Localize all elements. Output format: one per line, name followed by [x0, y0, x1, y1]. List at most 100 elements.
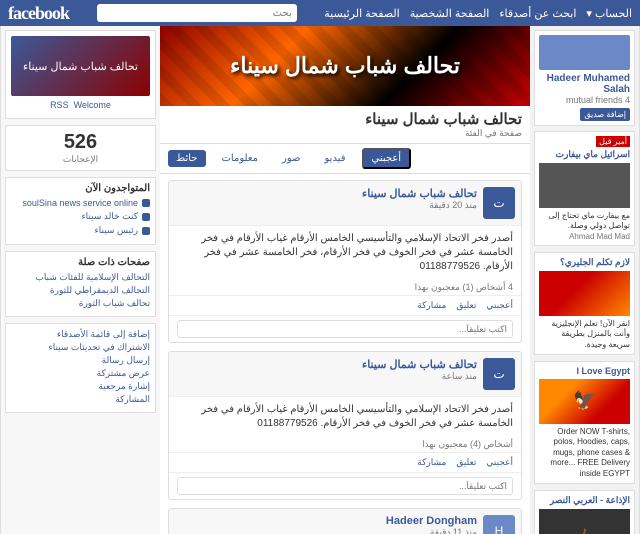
post-body: أصدر فخر الاتحاد الإسلامي والتأسيسي الخا… — [169, 226, 521, 280]
ad-title-3[interactable]: I Love Egypt — [539, 366, 630, 376]
related-pages-title: صفحات ذات صلة — [11, 257, 150, 268]
action-view-mutual[interactable]: عرض مشتركة — [11, 368, 150, 379]
page-tabs: أعجبني فيديو صور معلومات حائط — [160, 144, 530, 174]
search-bar — [97, 4, 297, 22]
ad-block-2: لازم تكلم الجليري؟ انقر الآن! تعلم الإنج… — [534, 252, 635, 355]
nav-find-friends[interactable]: ابحث عن أصدقاء — [499, 7, 576, 20]
page-title: تحالف شباب شمال سيناء — [168, 110, 522, 128]
post-header: H Hadeer Dongham منذ 11 دقيقة — [169, 509, 521, 534]
online-username-1[interactable]: soulSina news service online — [22, 198, 138, 208]
comment-action[interactable]: تعليق — [456, 300, 476, 311]
nav-profile[interactable]: الصفحة الشخصية — [410, 7, 490, 20]
ad-image-4: ♪ — [539, 509, 630, 534]
related-pages-section: صفحات ذات صلة التحالف الإسلامية للفئات ش… — [5, 251, 156, 317]
main-wrapper: Hadeer Muhamed Salah 4 mutual friends إض… — [0, 26, 640, 534]
comment-input-area — [169, 315, 521, 342]
post-author[interactable]: Hadeer Dongham — [175, 515, 477, 527]
ad-text-2: انقر الآن! تعلم الإنجليزية وأنت بالمنزل … — [539, 319, 630, 350]
banner-title: تحالف شباب شمال سيناء — [230, 53, 460, 79]
tab-info[interactable]: معلومات — [214, 150, 266, 167]
ad-image-2 — [539, 271, 630, 316]
posts-area: ت تحالف شباب شمال سيناء منذ 20 دقيقة أصد… — [160, 174, 530, 534]
post-avatar: ت — [483, 358, 515, 390]
page-logo: تحالف شباب شمال سيناء — [11, 36, 150, 96]
search-input[interactable] — [97, 4, 297, 22]
add-friend-button[interactable]: إضافة صديق — [580, 108, 630, 121]
ad-image-3: 🦅 — [539, 379, 630, 424]
related-page-2[interactable]: التحالف الديمقراطي للثورة — [11, 285, 150, 296]
post-author[interactable]: تحالف شباب شمال سيناء — [175, 358, 477, 371]
rss-link[interactable]: RSS — [50, 100, 69, 110]
action-share[interactable]: المشاركة — [11, 394, 150, 405]
comment-field[interactable] — [177, 320, 513, 338]
post-info: Hadeer Dongham منذ 11 دقيقة — [175, 515, 477, 534]
online-indicator — [142, 213, 150, 221]
related-pages-list: التحالف الإسلامية للفئات شباب التحالف ال… — [11, 272, 150, 309]
tab-wall[interactable]: حائط — [168, 150, 206, 167]
comment-action[interactable]: تعليق — [456, 457, 476, 468]
ad-title-1[interactable]: اسرائيل ماي بيفارت — [539, 149, 630, 160]
nav-account[interactable]: الحساب ▾ — [586, 7, 632, 20]
online-indicator — [142, 227, 150, 235]
like-button[interactable]: أعجبني — [362, 148, 412, 169]
mutual-friends: 4 mutual friends — [539, 95, 630, 105]
ad-title-4[interactable]: الإذاعة - العربي النصر — [539, 495, 630, 506]
online-user-3: رئيس سيناء — [11, 225, 150, 236]
nav-home[interactable]: الصفحة الرئيسية — [324, 7, 399, 20]
share-action[interactable]: مشاركة — [417, 300, 446, 311]
online-section-title: المتواجدون الآن — [11, 183, 150, 194]
ad-text-3: Order NOW T-shirts, polos, Hoodies, caps… — [539, 427, 630, 479]
post-item: ت تحالف شباب شمال سيناء منذ ساعة أصدر فخ… — [168, 351, 522, 500]
ad-block-4: الإذاعة - العربي النصر ♪ alabquide.com أ… — [534, 490, 635, 534]
friend-name: Hadeer Muhamed Salah — [539, 73, 630, 95]
post-header: ت تحالف شباب شمال سيناء منذ ساعة — [169, 352, 521, 397]
online-users-section: المتواجدون الآن soulSina news service on… — [5, 177, 156, 245]
action-bookmark[interactable]: إشارة مرجعية — [11, 381, 150, 392]
post-item: H Hadeer Dongham منذ 11 دقيقة شكراً شخص … — [168, 508, 522, 534]
page-logo-section: تحالف شباب شمال سيناء Welcome RSS — [5, 30, 156, 119]
post-avatar: H — [483, 515, 515, 534]
post-actions: أعجبني تعليق مشاركة — [169, 452, 521, 472]
post-avatar: ت — [483, 187, 515, 219]
post-header: ت تحالف شباب شمال سيناء منذ 20 دقيقة — [169, 181, 521, 226]
welcome-link[interactable]: Welcome — [74, 100, 111, 110]
tab-video[interactable]: فيديو — [317, 150, 354, 167]
online-username-2[interactable]: كنت خالد سيناء — [81, 211, 138, 222]
tab-photos[interactable]: صور — [274, 150, 309, 167]
related-page-3[interactable]: تحالف شباب الثورة — [11, 298, 150, 309]
comment-input-area — [169, 472, 521, 499]
top-navigation: الحساب ▾ ابحث عن أصدقاء الصفحة الشخصية ا… — [0, 0, 640, 26]
like-action[interactable]: أعجبني — [486, 457, 513, 468]
post-info: تحالف شباب شمال سيناء منذ 20 دقيقة — [175, 187, 477, 211]
group-actions-section: إضافة إلى قائمة الأصدقاء الاشتراك في تحد… — [5, 323, 156, 413]
comment-field[interactable] — [177, 477, 513, 495]
ad-block-1: أمير قيل اسرائيل ماي بيفارت مع بيفارت ما… — [534, 131, 635, 246]
action-add-to-list[interactable]: إضافة إلى قائمة الأصدقاء — [11, 329, 150, 340]
post-body: أصدر فخر الاتحاد الإسلامي والتأسيسي الخا… — [169, 397, 521, 437]
online-indicator — [142, 199, 150, 207]
post-stats: 4 أشخاص (1) معجبون بهذا — [169, 280, 521, 295]
ad-footer-1: Ahmad Mad Mad — [539, 232, 630, 241]
online-user-1: soulSina news service online — [11, 198, 150, 208]
page-name-header: تحالف شباب شمال سيناء صفحة في الفئة — [160, 106, 530, 144]
ad-flag-1: أمير قيل — [596, 136, 630, 147]
share-action[interactable]: مشاركة — [417, 457, 446, 468]
post-author[interactable]: تحالف شباب شمال سيناء — [175, 187, 477, 200]
post-item: ت تحالف شباب شمال سيناء منذ 20 دقيقة أصد… — [168, 180, 522, 343]
right-sidebar: تحالف شباب شمال سيناء Welcome RSS 526 ال… — [0, 26, 160, 534]
ad-image-1 — [539, 163, 630, 208]
related-page-1[interactable]: التحالف الإسلامية للفئات شباب — [11, 272, 150, 283]
friend-suggestion: Hadeer Muhamed Salah 4 mutual friends إض… — [534, 30, 635, 126]
nav-links: الحساب ▾ ابحث عن أصدقاء الصفحة الشخصية ا… — [324, 7, 632, 20]
action-send-message[interactable]: إرسال رسالة — [11, 355, 150, 366]
action-subscribe[interactable]: الاشتراك في تحديثات سيناء — [11, 342, 150, 353]
post-actions: أعجبني تعليق مشاركة — [169, 295, 521, 315]
ad-title-2[interactable]: لازم تكلم الجليري؟ — [539, 257, 630, 268]
like-action[interactable]: أعجبني — [486, 300, 513, 311]
post-stats: أشخاص (4) معجبون بهذا — [169, 437, 521, 452]
ad-text-1: مع بيفارت ماي تحتاج إلى تواصل دولي وصلة. — [539, 211, 630, 232]
ad-block-3: I Love Egypt 🦅 Order NOW T-shirts, polos… — [534, 361, 635, 484]
page-category: صفحة في الفئة — [168, 128, 522, 139]
online-username-3[interactable]: رئيس سيناء — [95, 225, 139, 236]
post-time: منذ 20 دقيقة — [175, 200, 477, 211]
